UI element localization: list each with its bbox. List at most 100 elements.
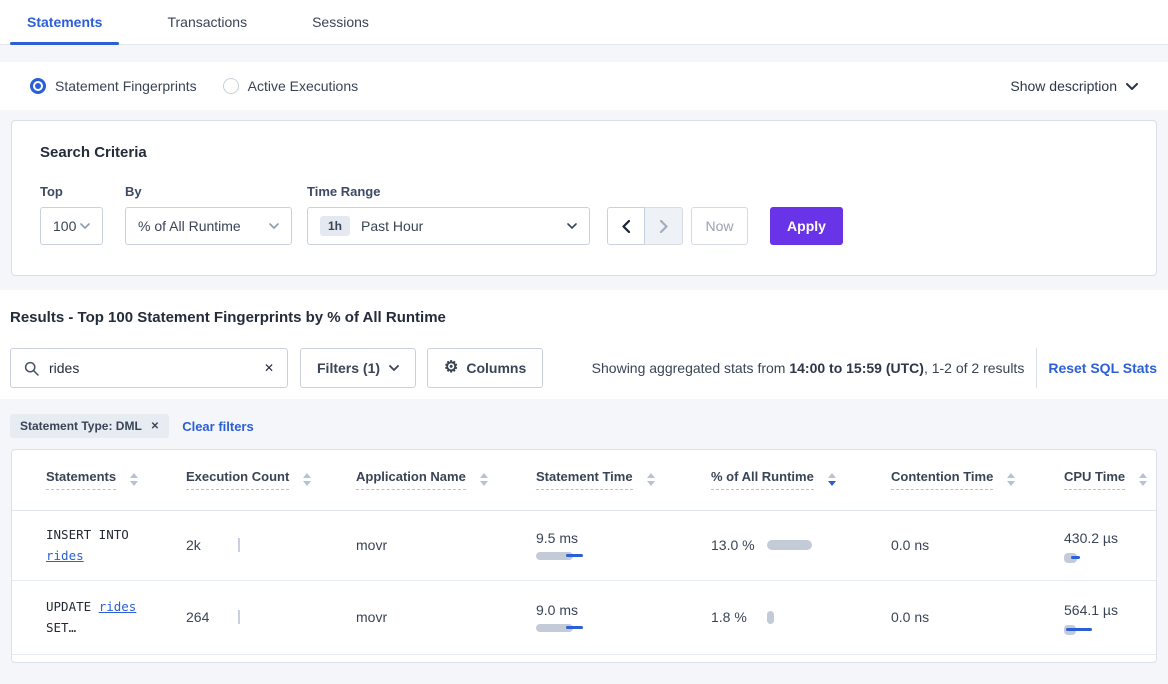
columns-button-label: Columns [466, 360, 526, 376]
statement-keyword: INSERT INTO [46, 527, 129, 542]
application-name-value: movr [356, 609, 387, 625]
search-input[interactable] [49, 360, 264, 376]
vertical-divider [1036, 348, 1037, 388]
gear-icon: ⚙ [444, 360, 458, 376]
top-field: Top 100 [40, 184, 103, 245]
runtime-pct-cell: 1.8 % [677, 580, 857, 654]
nav-tabs: Statements Transactions Sessions [0, 0, 1168, 45]
tab-statements[interactable]: Statements [10, 0, 119, 44]
bar-blue [1071, 556, 1080, 559]
previous-time-button[interactable] [607, 207, 645, 245]
application-name-cell: movr [322, 580, 502, 654]
filter-chip[interactable]: Statement Type: DML ✕ [10, 414, 169, 438]
view-toggle-strip: Statement FingerprintsActive Executions … [0, 62, 1168, 110]
results-heading: Results - Top 100 Statement Fingerprints… [10, 309, 1157, 326]
now-button[interactable]: Now [691, 207, 748, 245]
application-name-value: movr [356, 537, 387, 553]
column-header-label: Application Name [356, 469, 466, 490]
sort-desc-icon [130, 481, 138, 486]
remove-filter-icon[interactable]: ✕ [151, 421, 159, 432]
table-row[interactable]: UPDATE ridesSET…264movr9.0 ms1.8 %0.0 ns… [12, 580, 1156, 654]
radio-label: Active Executions [248, 78, 359, 94]
runtime-pct-bar [767, 611, 774, 624]
column-header-label: CPU Time [1064, 469, 1125, 490]
sort-carets-icon[interactable] [828, 473, 836, 486]
time-range-badge: 1h [320, 216, 350, 236]
bar-blue [566, 626, 583, 629]
top-select[interactable]: 100 [40, 207, 103, 245]
contention-time-value: 0.0 ns [891, 609, 929, 625]
sort-carets-icon[interactable] [1007, 473, 1015, 486]
statements-table: StatementsExecution Count Application Nam… [12, 450, 1156, 655]
column-header-application-name[interactable]: Application Name [322, 450, 502, 510]
cpu-time-cell: 564.1 µs [1030, 580, 1156, 654]
sort-carets-icon[interactable] [647, 473, 655, 486]
top-value: 100 [53, 218, 76, 234]
stats-time-range: 14:00 to 15:59 (UTC) [789, 360, 924, 376]
by-label: By [125, 184, 292, 199]
column-header-of-all-runtime[interactable]: % of All Runtime [677, 450, 857, 510]
runtime-pct-value: 13.0 % [711, 534, 757, 556]
execution-count-value: 264 [186, 609, 214, 625]
results-section: Results - Top 100 Statement Fingerprints… [0, 290, 1168, 399]
statement-time-cell: 9.5 ms [502, 510, 677, 580]
clear-search-icon[interactable]: ✕ [264, 362, 274, 374]
tab-transactions[interactable]: Transactions [150, 0, 264, 44]
chevron-left-icon [622, 220, 630, 233]
sort-asc-icon [303, 473, 311, 478]
sort-carets-icon[interactable] [480, 473, 488, 486]
clear-filters-link[interactable]: Clear filters [182, 419, 254, 434]
time-range-label: Time Range [307, 184, 590, 199]
table-header-row: StatementsExecution Count Application Nam… [12, 450, 1156, 510]
execution-count-bar [238, 610, 240, 624]
column-header-contention-time[interactable]: Contention Time [857, 450, 1030, 510]
sort-carets-icon[interactable] [303, 473, 311, 486]
time-range-select[interactable]: 1h Past Hour [307, 207, 590, 245]
sort-asc-icon [480, 473, 488, 478]
sort-asc-icon [647, 473, 655, 478]
runtime-pct-cell: 13.0 % [677, 510, 857, 580]
statement-keyword: UPDATE [46, 599, 99, 614]
contention-time-cell: 0.0 ns [857, 580, 1030, 654]
column-header-execution-count[interactable]: Execution Count [152, 450, 322, 510]
apply-button[interactable]: Apply [770, 207, 843, 245]
column-header-statement-time[interactable]: Statement Time [502, 450, 677, 510]
radio-active-executions[interactable]: Active Executions [223, 78, 359, 94]
statement-link[interactable]: rides [46, 548, 84, 563]
filters-button-label: Filters (1) [317, 360, 380, 376]
column-header-statements[interactable]: Statements [12, 450, 152, 510]
columns-button[interactable]: ⚙ Columns [427, 348, 543, 388]
by-select[interactable]: % of All Runtime [125, 207, 292, 245]
statements-table-card: StatementsExecution Count Application Nam… [11, 449, 1157, 663]
cpu-time-value: 430.2 µs [1064, 527, 1122, 549]
search-icon [24, 361, 39, 376]
table-row[interactable]: INSERT INTOrides2kmovr9.5 ms13.0 %0.0 ns… [12, 510, 1156, 580]
chevron-right-icon [660, 220, 668, 233]
filters-button[interactable]: Filters (1) [300, 348, 416, 388]
search-box[interactable]: ✕ [10, 348, 288, 388]
next-time-button[interactable] [645, 207, 683, 245]
sort-carets-icon[interactable] [130, 473, 138, 486]
sort-desc-icon [647, 481, 655, 486]
radio-selected-icon [30, 78, 46, 94]
column-header-label: % of All Runtime [711, 469, 814, 490]
radio-statement-fingerprints[interactable]: Statement Fingerprints [30, 78, 197, 94]
bar-blue [566, 554, 583, 557]
cpu-time-bar [1064, 625, 1124, 635]
sort-asc-icon [828, 473, 836, 478]
statement-cell[interactable]: INSERT INTO rides [12, 510, 152, 580]
column-header-cpu-time[interactable]: CPU Time [1030, 450, 1156, 510]
tab-sessions[interactable]: Sessions [295, 0, 386, 44]
sort-carets-icon[interactable] [1139, 473, 1147, 486]
sort-asc-icon [1007, 473, 1015, 478]
statement-link[interactable]: rides [99, 599, 137, 614]
reset-sql-stats-link[interactable]: Reset SQL Stats [1048, 360, 1157, 376]
execution-count-value: 2k [186, 537, 214, 553]
filter-chip-label: Statement Type: DML [20, 419, 142, 433]
statement-line: SET… [46, 617, 152, 638]
applied-filters-row: Statement Type: DML ✕ Clear filters [10, 414, 1168, 438]
view-toggle: Statement Fingerprints Active Executions [30, 78, 384, 94]
show-description-toggle[interactable]: Show description [1010, 78, 1138, 94]
statement-cell[interactable]: UPDATE rides SET… [12, 580, 152, 654]
search-criteria-title: Search Criteria [40, 144, 1128, 161]
